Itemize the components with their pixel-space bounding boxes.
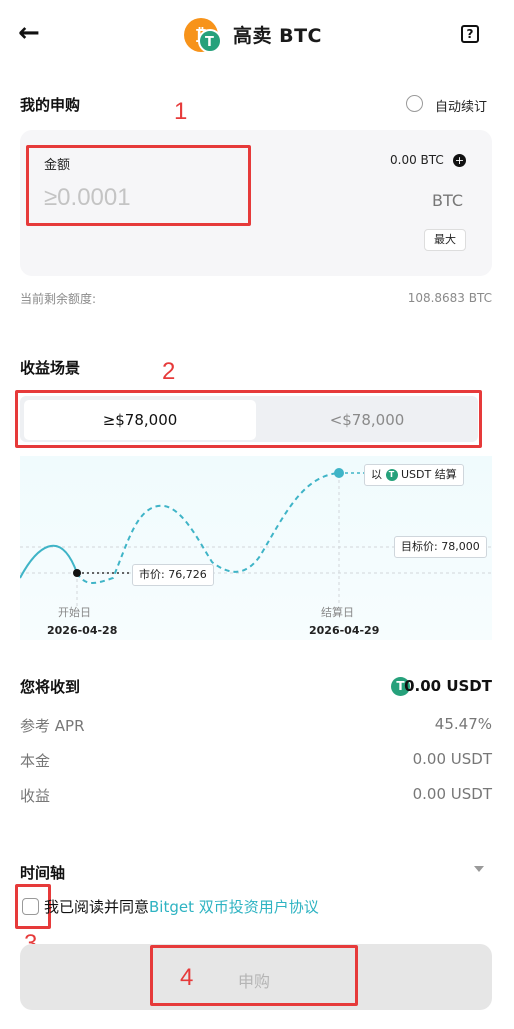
back-button[interactable]: ← [18,18,50,50]
auto-renew-label: 自动续订 [435,100,488,115]
auto-renew-checkbox[interactable] [406,95,423,112]
earnings-value: 0.00 USDT [412,785,492,803]
currency-label: BTC [432,191,463,210]
arrow-left-icon: ← [18,18,40,48]
start-label: 开始日 [58,606,91,619]
timeline-title: 时间轴 [20,864,66,882]
principal-value: 0.00 USDT [412,750,492,768]
subscription-title: 我的申购 [20,96,81,114]
chevron-down-icon[interactable] [474,866,484,872]
page-title: 高卖 BTC [233,25,323,47]
annotation-box-2 [15,390,482,448]
annotation-1: 1 [174,98,188,125]
amount-input[interactable]: ≥0.0001 [44,184,131,212]
settle-badge-token: USDT 结算 [401,468,457,481]
annotation-2: 2 [162,358,176,385]
receive-title: 您将收到 [20,678,81,696]
start-date: 2026-04-28 [47,624,118,637]
add-funds-icon[interactable]: + [453,154,466,167]
help-icon[interactable]: ? [461,25,479,43]
end-date: 2026-04-29 [309,624,380,637]
settle-badge-prefix: 以 [371,468,382,481]
market-price-label: 市价: 76,726 [132,564,214,586]
annotation-4: 4 [180,964,194,991]
remaining-label: 当前剩余额度: [20,292,97,306]
apr-value: 45.47% [434,715,492,733]
apr-label: 参考 APR [20,717,85,735]
remaining-value: 108.8683 BTC [407,291,492,305]
agreement-prefix: 我已阅读并同意 [44,898,150,916]
balance-value: 0.00 BTC [390,153,444,167]
principal-label: 本金 [20,752,51,770]
amount-label: 金额 [44,158,71,173]
svg-text:T: T [205,35,214,50]
max-button[interactable]: 最大 [424,229,466,251]
scenario-title: 收益场景 [20,359,81,377]
agreement-link[interactable]: Bitget 双币投资用户协议 [149,898,319,916]
tether-icon: T [385,469,398,481]
settle-badge: 以 T USDT 结算 [364,464,464,486]
end-label: 结算日 [321,606,354,619]
receive-amount: 0.00 USDT [404,677,492,695]
target-price-label: 目标价: 78,000 [394,536,487,558]
coin-pair-icon: ₿ T [184,15,224,55]
agreement-text: 我已阅读并同意Bitget 双币投资用户协议 [44,896,319,917]
earnings-label: 收益 [20,787,51,805]
